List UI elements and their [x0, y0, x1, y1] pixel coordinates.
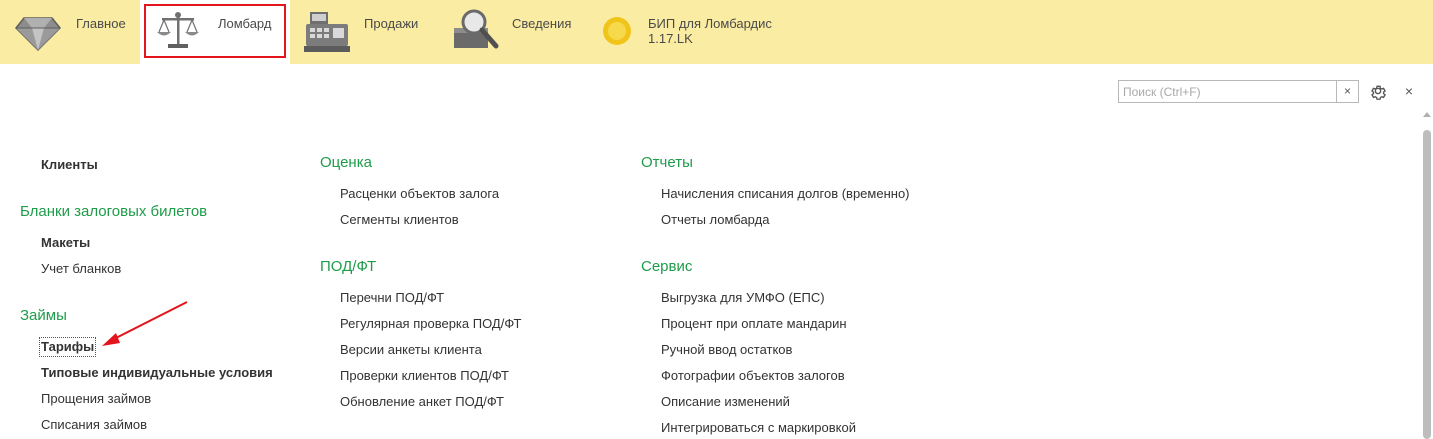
menu-item-client-segments[interactable]: Сегменты клиентов: [340, 212, 459, 228]
search-box: ×: [1118, 80, 1359, 103]
menu-item-pod-regular-check[interactable]: Регулярная проверка ПОД/ФТ: [340, 316, 521, 332]
menu-item-pod-lists[interactable]: Перечни ПОД/ФТ: [340, 290, 444, 306]
menu-item-mandarin-percent[interactable]: Процент при оплате мандарин: [661, 316, 847, 332]
coin-icon: [603, 17, 631, 45]
section-info[interactable]: Сведения: [438, 0, 588, 64]
section-info-label: Сведения: [512, 16, 572, 31]
menu-item-templates[interactable]: Макеты: [41, 235, 90, 251]
menu-item-debt-writeoff-accruals[interactable]: Начисления списания долгов (временно): [661, 186, 910, 202]
close-panel-button[interactable]: ×: [1402, 82, 1416, 100]
section-lombard-label: Ломбард: [218, 16, 272, 31]
section-bip[interactable]: БИП для Ломбардис 1.17.LK: [588, 0, 808, 64]
section-bip-version: 1.17.LK: [648, 31, 693, 46]
diamond-icon: [14, 17, 62, 52]
menu-item-blank-accounting[interactable]: Учет бланков: [41, 261, 121, 277]
group-title-pod-ft: ПОД/ФТ: [320, 258, 377, 275]
group-title-loans: Займы: [20, 307, 67, 324]
scales-icon: [157, 12, 199, 48]
section-main[interactable]: Главное: [0, 0, 140, 64]
sections-panel: Главное Ломбард Продажи Сведения БИП для…: [0, 0, 1433, 64]
menu-item-umfo-export[interactable]: Выгрузка для УМФО (ЕПС): [661, 290, 825, 306]
menu-item-questionnaire-versions[interactable]: Версии анкеты клиента: [340, 342, 482, 358]
section-sales-label: Продажи: [364, 16, 419, 31]
menu-item-marking-integration[interactable]: Интегрироваться с маркировкой: [661, 420, 856, 436]
group-title-reports: Отчеты: [641, 154, 693, 171]
group-title-blanks: Бланки залоговых билетов: [20, 203, 208, 220]
menu-item-pod-questionnaire-update[interactable]: Обновление анкет ПОД/ФТ: [340, 394, 504, 410]
group-title-evaluation: Оценка: [320, 154, 372, 171]
menu-item-pledge-prices[interactable]: Расценки объектов залога: [340, 186, 499, 202]
scroll-up-icon[interactable]: [1423, 112, 1431, 117]
vertical-scrollbar[interactable]: [1421, 112, 1433, 439]
menu-item-change-log[interactable]: Описание изменений: [661, 394, 790, 410]
section-lombard[interactable]: Ломбард: [140, 0, 290, 64]
menu-item-standard-conditions[interactable]: Типовые индивидуальные условия: [41, 365, 273, 381]
menu-item-pledge-photos[interactable]: Фотографии объектов залогов: [661, 368, 845, 384]
section-main-label: Главное: [76, 16, 126, 31]
section-bip-label: БИП для Ломбардис: [648, 16, 772, 31]
search-input[interactable]: [1119, 81, 1336, 102]
menu-item-manual-balances[interactable]: Ручной ввод остатков: [661, 342, 792, 358]
magnifier-icon: [454, 9, 499, 49]
menu-item-loan-writeoffs[interactable]: Списания займов: [41, 417, 147, 433]
menu-item-lombard-reports[interactable]: Отчеты ломбарда: [661, 212, 769, 228]
scroll-thumb[interactable]: [1423, 130, 1431, 439]
gear-icon[interactable]: [1369, 82, 1387, 100]
section-sales[interactable]: Продажи: [290, 0, 438, 64]
menu-item-tariffs[interactable]: Тарифы: [38, 337, 97, 357]
menu-item-pod-client-checks[interactable]: Проверки клиентов ПОД/ФТ: [340, 368, 509, 384]
menu-item-loan-forgiveness[interactable]: Прощения займов: [41, 391, 151, 407]
cash-register-icon: [304, 12, 350, 52]
clear-search-button[interactable]: ×: [1336, 81, 1358, 102]
group-title-service: Сервис: [641, 258, 693, 275]
menu-item-clients[interactable]: Клиенты: [41, 157, 98, 173]
